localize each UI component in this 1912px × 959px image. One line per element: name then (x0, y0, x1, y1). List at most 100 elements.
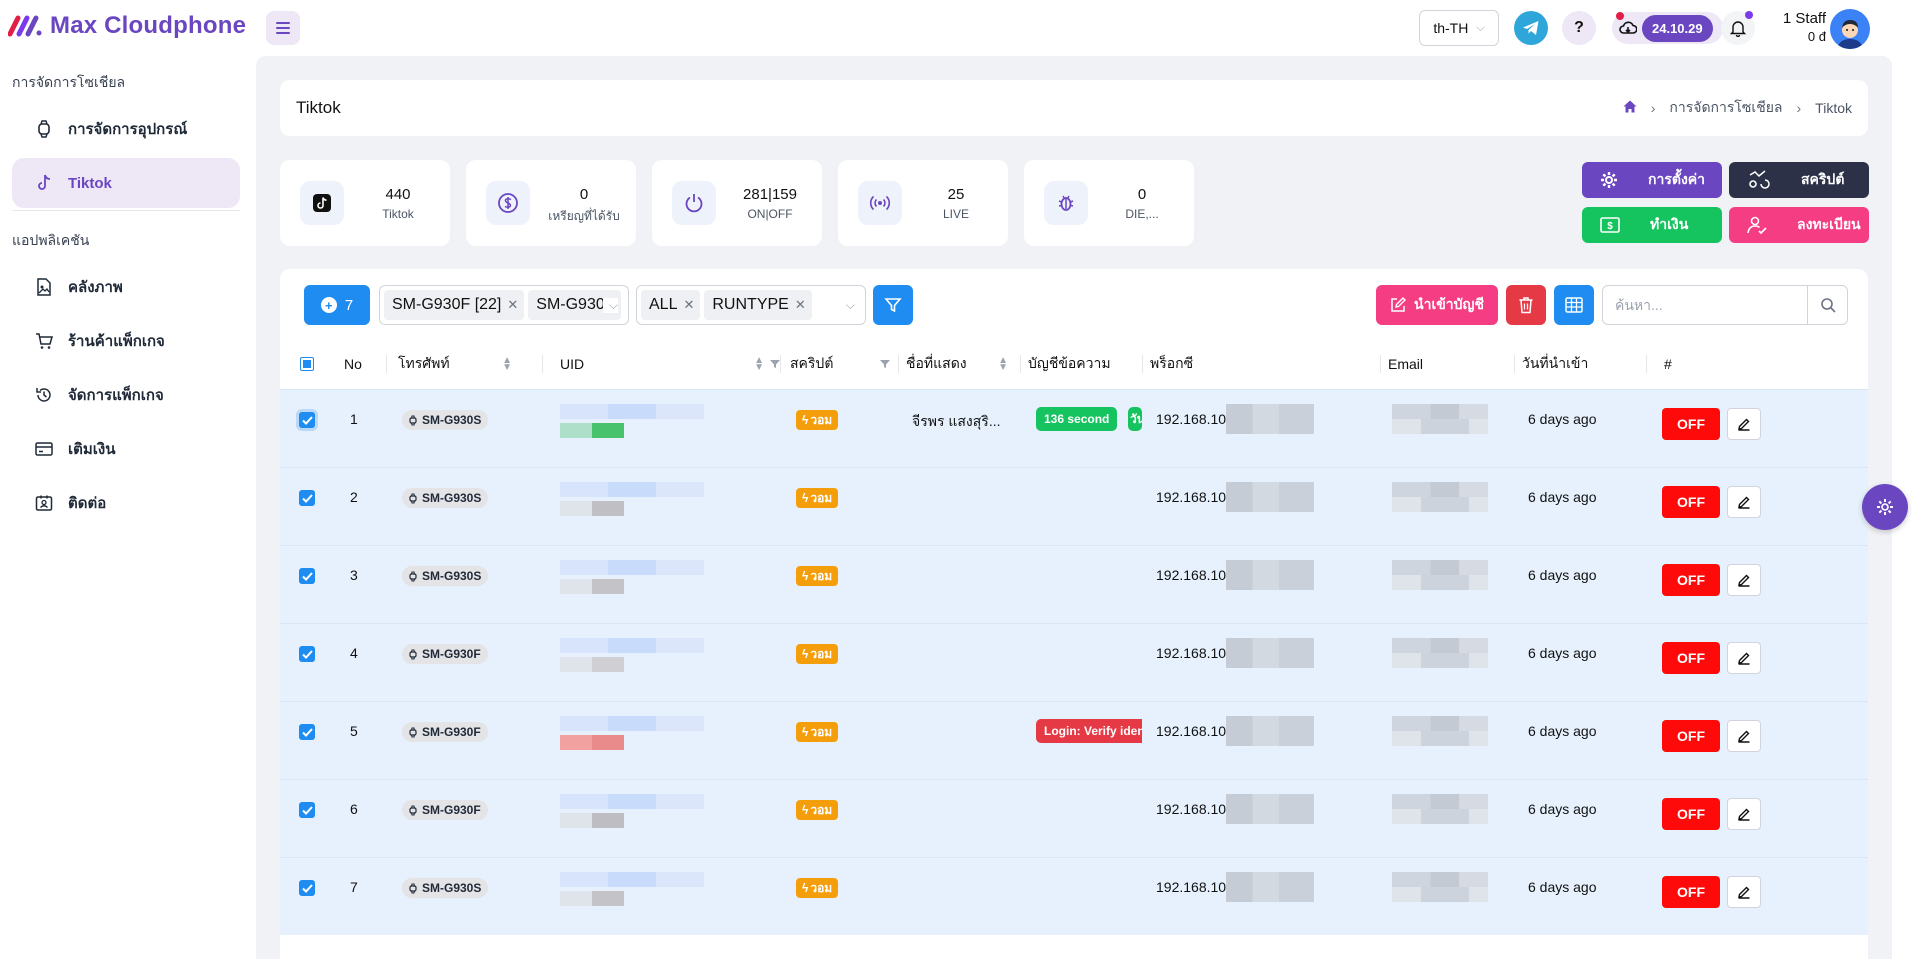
table-row[interactable]: 4 SM-G930F ϟ วอม 192.168.10 6 days ago OFF (280, 623, 1868, 701)
table-row[interactable]: 2 SM-G930S ϟ วอม 192.168.10 6 days ago OFF (280, 467, 1868, 545)
row-checkbox[interactable] (299, 568, 315, 584)
settings-button[interactable]: การตั้งค่า (1582, 162, 1722, 198)
table-row[interactable]: 5 SM-G930F ϟ วอม Login: Verify iden 192.168.… (280, 701, 1868, 779)
version-badge[interactable]: 24.10.29 (1612, 12, 1723, 44)
menu-toggle-button[interactable] (266, 11, 300, 45)
help-button[interactable]: ? (1562, 11, 1596, 45)
avatar[interactable] (1830, 9, 1870, 49)
type-chip[interactable]: RUNTYPE ✕ (704, 290, 812, 320)
proxy-value[interactable]: 192.168.10 (1156, 794, 1315, 824)
floating-settings-button[interactable] (1862, 484, 1908, 530)
phone-badge[interactable]: SM-G930S (402, 488, 489, 508)
status-toggle-button[interactable]: OFF (1662, 720, 1720, 752)
proxy-value[interactable]: 192.168.10 (1156, 560, 1315, 590)
edit-button[interactable] (1727, 408, 1761, 440)
script-button[interactable]: สคริปต์ (1729, 162, 1869, 198)
selected-count-button[interactable]: + 7 (304, 285, 370, 325)
sort-icon[interactable]: ▲ ▼ (502, 356, 512, 373)
search-button[interactable] (1807, 286, 1847, 324)
make-money-button[interactable]: $ ทำเงิน (1582, 207, 1722, 243)
sort-icon[interactable]: ▲ ▼ (754, 356, 764, 373)
phone-badge[interactable]: SM-G930F (402, 644, 488, 664)
edit-button[interactable] (1727, 720, 1761, 752)
device-filter-select[interactable]: SM-G930F [22] ✕ SM-G930S ⌵ (379, 285, 629, 325)
row-checkbox[interactable] (299, 490, 315, 506)
email-value[interactable] (1392, 872, 1488, 902)
table-row[interactable]: 7 SM-G930S ϟ วอม 192.168.10 6 days ago OFF (280, 857, 1868, 935)
filter-icon[interactable] (880, 359, 890, 369)
uid-value[interactable] (560, 482, 704, 516)
proxy-value[interactable]: 192.168.10 (1156, 638, 1315, 668)
sidebar-item-devices[interactable]: การจัดการอุปกรณ์ (12, 104, 240, 154)
select-all-checkbox[interactable] (300, 357, 314, 371)
proxy-value[interactable]: 192.168.10 (1156, 482, 1315, 512)
row-checkbox[interactable] (299, 646, 315, 662)
close-icon[interactable]: ✕ (795, 297, 806, 313)
script-badge[interactable]: ϟ วอม (796, 644, 839, 664)
script-badge[interactable]: ϟ วอม (796, 410, 839, 430)
edit-button[interactable] (1727, 486, 1761, 518)
edit-button[interactable] (1727, 564, 1761, 596)
row-checkbox[interactable] (299, 880, 315, 896)
breadcrumb-item[interactable]: การจัดการโซเชียล (1669, 97, 1782, 119)
script-badge[interactable]: ϟ วอม (796, 800, 839, 820)
phone-badge[interactable]: SM-G930F (402, 722, 488, 742)
import-accounts-button[interactable]: นำเข้าบัญชี (1376, 285, 1498, 325)
runtype-filter-select[interactable]: ALL ✕ RUNTYPE ✕ ⌵ (636, 285, 866, 325)
script-badge[interactable]: ϟ วอม (796, 722, 839, 742)
email-value[interactable] (1392, 794, 1488, 824)
close-icon[interactable]: ✕ (507, 297, 518, 313)
row-checkbox[interactable] (299, 412, 315, 428)
column-header-phone[interactable]: โทรศัพท์ ▲ ▼ (398, 339, 522, 389)
status-toggle-button[interactable]: OFF (1662, 798, 1720, 830)
phone-badge[interactable]: SM-G930S (402, 566, 489, 586)
script-badge[interactable]: ϟ วอม (796, 566, 839, 586)
telegram-button[interactable] (1514, 11, 1548, 45)
type-chip[interactable]: ALL ✕ (641, 290, 701, 320)
row-checkbox[interactable] (299, 802, 315, 818)
home-icon[interactable] (1623, 100, 1637, 116)
uid-value[interactable] (560, 872, 704, 906)
email-value[interactable] (1392, 404, 1488, 434)
sidebar-item-tiktok[interactable]: Tiktok (12, 158, 240, 208)
script-badge[interactable]: ϟ วอม (796, 878, 839, 898)
column-header-script[interactable]: สคริปต์ (790, 339, 894, 389)
sidebar-item-contact[interactable]: ติดต่อ (12, 478, 240, 528)
edit-button[interactable] (1727, 642, 1761, 674)
column-header-display-name[interactable]: ชื่อที่แสดง ▲ ▼ (906, 339, 1008, 389)
row-checkbox[interactable] (299, 724, 315, 740)
device-chip[interactable]: SM-G930F [22] ✕ (384, 290, 525, 320)
phone-badge[interactable]: SM-G930S (402, 410, 489, 430)
phone-badge[interactable]: SM-G930F (402, 800, 488, 820)
status-toggle-button[interactable]: OFF (1662, 486, 1720, 518)
logo[interactable]: Max Cloudphone (8, 12, 246, 40)
columns-button[interactable] (1554, 285, 1594, 325)
status-toggle-button[interactable]: OFF (1662, 642, 1720, 674)
table-row[interactable]: 1 SM-G930S ϟ วอม จีรพร แสงสุริ... 136 second… (280, 389, 1868, 467)
script-badge[interactable]: ϟ วอม (796, 488, 839, 508)
phone-badge[interactable]: SM-G930S (402, 878, 489, 898)
table-row[interactable]: 6 SM-G930F ϟ วอม 192.168.10 6 days ago OFF (280, 779, 1868, 857)
uid-value[interactable] (560, 638, 704, 672)
proxy-value[interactable]: 192.168.10 (1156, 404, 1315, 434)
status-toggle-button[interactable]: OFF (1662, 876, 1720, 908)
search-input[interactable] (1603, 286, 1807, 324)
edit-button[interactable] (1727, 798, 1761, 830)
email-value[interactable] (1392, 638, 1488, 668)
status-toggle-button[interactable]: OFF (1662, 408, 1720, 440)
staff-info[interactable]: 1 Staff 0 đ (1770, 10, 1826, 46)
uid-value[interactable] (560, 404, 704, 438)
email-value[interactable] (1392, 560, 1488, 590)
language-select[interactable]: th-TH ⌵ (1419, 10, 1499, 46)
uid-value[interactable] (560, 794, 704, 828)
sidebar-item-package-store[interactable]: ร้านค้าแพ็กเกจ (12, 316, 240, 366)
delete-button[interactable] (1506, 285, 1546, 325)
close-icon[interactable]: ✕ (683, 297, 694, 313)
email-value[interactable] (1392, 482, 1488, 512)
uid-value[interactable] (560, 560, 704, 594)
register-button[interactable]: ลงทะเบียน (1729, 207, 1869, 243)
column-header-uid[interactable]: UID ▲ ▼ (560, 339, 780, 389)
email-value[interactable] (1392, 716, 1488, 746)
proxy-value[interactable]: 192.168.10 (1156, 872, 1315, 902)
sidebar-item-gallery[interactable]: คลังภาพ (12, 262, 240, 312)
